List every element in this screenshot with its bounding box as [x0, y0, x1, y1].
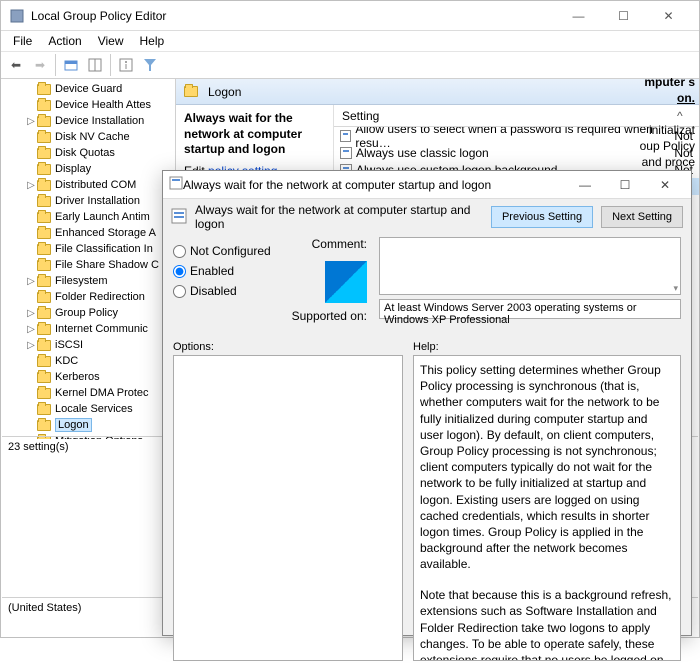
policy-name: Always wait for the network at computer …	[195, 203, 483, 231]
dialog-close[interactable]: ✕	[645, 172, 685, 198]
radio-disabled[interactable]: Disabled	[173, 281, 283, 301]
tree-item[interactable]: ▷Disk NV Cache	[5, 129, 175, 145]
tree-pane[interactable]: ▷Device Guard▷Device Health Attes▷Device…	[1, 79, 176, 439]
tree-item[interactable]: ▷Device Health Attes	[5, 97, 175, 113]
minimize-button[interactable]: —	[556, 2, 601, 30]
dialog-titlebar[interactable]: Always wait for the network at computer …	[163, 171, 691, 199]
tree-item[interactable]: ▷Kerberos	[5, 369, 175, 385]
tree-item[interactable]: ▷Folder Redirection	[5, 289, 175, 305]
separator	[55, 54, 56, 76]
tree-item[interactable]: ▷Disk Quotas	[5, 145, 175, 161]
options-label: Options:	[173, 341, 403, 353]
menu-view[interactable]: View	[90, 32, 132, 50]
folder-icon	[184, 86, 198, 97]
tree-item[interactable]: ▷Distributed COM	[5, 177, 175, 193]
tree-item[interactable]: ▷Filesystem	[5, 273, 175, 289]
list-header[interactable]: Setting ^	[334, 105, 699, 127]
titlebar[interactable]: Local Group Policy Editor — ☐ ✕	[1, 1, 699, 31]
previous-setting-button[interactable]: Previous Setting	[491, 206, 593, 228]
window-title: Local Group Policy Editor	[31, 9, 556, 23]
tree-item[interactable]: ▷File Classification In	[5, 241, 175, 257]
dialog-minimize[interactable]: —	[565, 172, 605, 198]
supported-label: Supported on:	[291, 309, 367, 333]
policy-dialog[interactable]: Always wait for the network at computer …	[162, 170, 692, 636]
setting-title: Always wait for the network at computer …	[184, 111, 325, 158]
tree-item[interactable]: ▷Kernel DMA Protec	[5, 385, 175, 401]
logo-icon	[325, 261, 367, 303]
tree-item[interactable]: ▷File Share Shadow C	[5, 257, 175, 273]
separator	[110, 54, 111, 76]
column-setting[interactable]: Setting	[342, 109, 379, 123]
radio-enabled[interactable]: Enabled	[173, 261, 283, 281]
dialog-title: Always wait for the network at computer …	[183, 178, 565, 192]
tree-item[interactable]: ▷Device Installation	[5, 113, 175, 129]
dialog-maximize[interactable]: ☐	[605, 172, 645, 198]
help-label: Help:	[413, 341, 681, 353]
tree-item[interactable]: ▷Device Guard	[5, 81, 175, 97]
options-box[interactable]	[173, 355, 403, 661]
tree-item[interactable]: ▷Early Launch Antim	[5, 209, 175, 225]
tree-item[interactable]: ▷Logon	[5, 417, 175, 433]
tree-item[interactable]: ▷KDC	[5, 353, 175, 369]
dialog-icon	[169, 176, 183, 193]
maximize-button[interactable]: ☐	[601, 2, 646, 30]
comment-label: Comment:	[291, 237, 367, 261]
up-button[interactable]	[60, 54, 82, 76]
menu-help[interactable]: Help	[132, 32, 173, 50]
tree-item[interactable]: ▷iSCSI	[5, 337, 175, 353]
tree-item[interactable]: ▷Driver Installation	[5, 193, 175, 209]
app-icon	[9, 8, 25, 24]
close-button[interactable]: ✕	[646, 2, 691, 30]
back-button[interactable]: ⬅	[5, 54, 27, 76]
menubar: File Action View Help	[1, 31, 699, 51]
folder-header: Logon	[176, 79, 699, 105]
properties-button[interactable]	[115, 54, 137, 76]
toolbar: ⬅ ➡	[1, 51, 699, 79]
tree-item[interactable]: ▷Internet Communic	[5, 321, 175, 337]
help-box: This policy setting determines whether G…	[413, 355, 681, 661]
menu-action[interactable]: Action	[40, 32, 89, 50]
radio-not-configured[interactable]: Not Configured	[173, 241, 283, 261]
show-hide-button[interactable]	[84, 54, 106, 76]
comment-field[interactable]	[379, 237, 681, 295]
tree-item[interactable]: ▷Locale Services	[5, 401, 175, 417]
tree-item[interactable]: ▷Enhanced Storage A	[5, 225, 175, 241]
policy-icon	[171, 208, 187, 227]
forward-button: ➡	[29, 54, 51, 76]
tree-item[interactable]: ▷Display	[5, 161, 175, 177]
supported-field: At least Windows Server 2003 operating s…	[379, 299, 681, 319]
menu-file[interactable]: File	[5, 32, 40, 50]
folder-name: Logon	[208, 85, 241, 99]
next-setting-button[interactable]: Next Setting	[601, 206, 683, 228]
filter-button[interactable]	[139, 54, 161, 76]
tree-item[interactable]: ▷Group Policy	[5, 305, 175, 321]
